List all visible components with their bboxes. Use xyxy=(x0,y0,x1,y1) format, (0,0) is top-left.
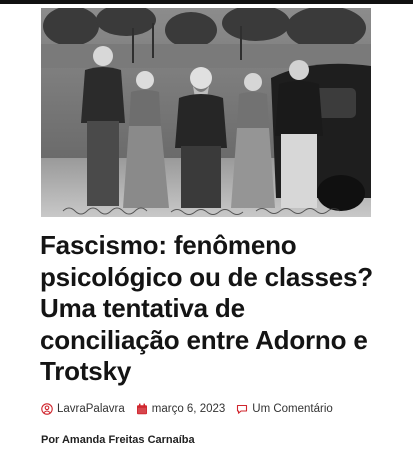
article-title[interactable]: Fascismo: fenômeno psicológico ou de cla… xyxy=(40,230,380,388)
top-bar xyxy=(0,0,413,4)
author-meta: LavraPalavra xyxy=(41,403,125,415)
featured-photo xyxy=(41,8,371,217)
user-circle-icon xyxy=(41,403,53,415)
date-meta: março 6, 2023 xyxy=(136,403,226,415)
speech-bubble-icon xyxy=(236,403,248,415)
post-meta: LavraPalavra março 6, 2023 Um Comentário xyxy=(41,401,344,417)
calendar-icon xyxy=(136,403,148,415)
byline: Por Amanda Freitas Carnaíba xyxy=(41,434,195,446)
comments-link[interactable]: Um Comentário xyxy=(252,403,333,415)
featured-image[interactable] xyxy=(41,8,371,217)
comments-meta: Um Comentário xyxy=(236,403,333,415)
author-link[interactable]: LavraPalavra xyxy=(57,403,125,415)
post-date-link[interactable]: março 6, 2023 xyxy=(152,403,226,415)
